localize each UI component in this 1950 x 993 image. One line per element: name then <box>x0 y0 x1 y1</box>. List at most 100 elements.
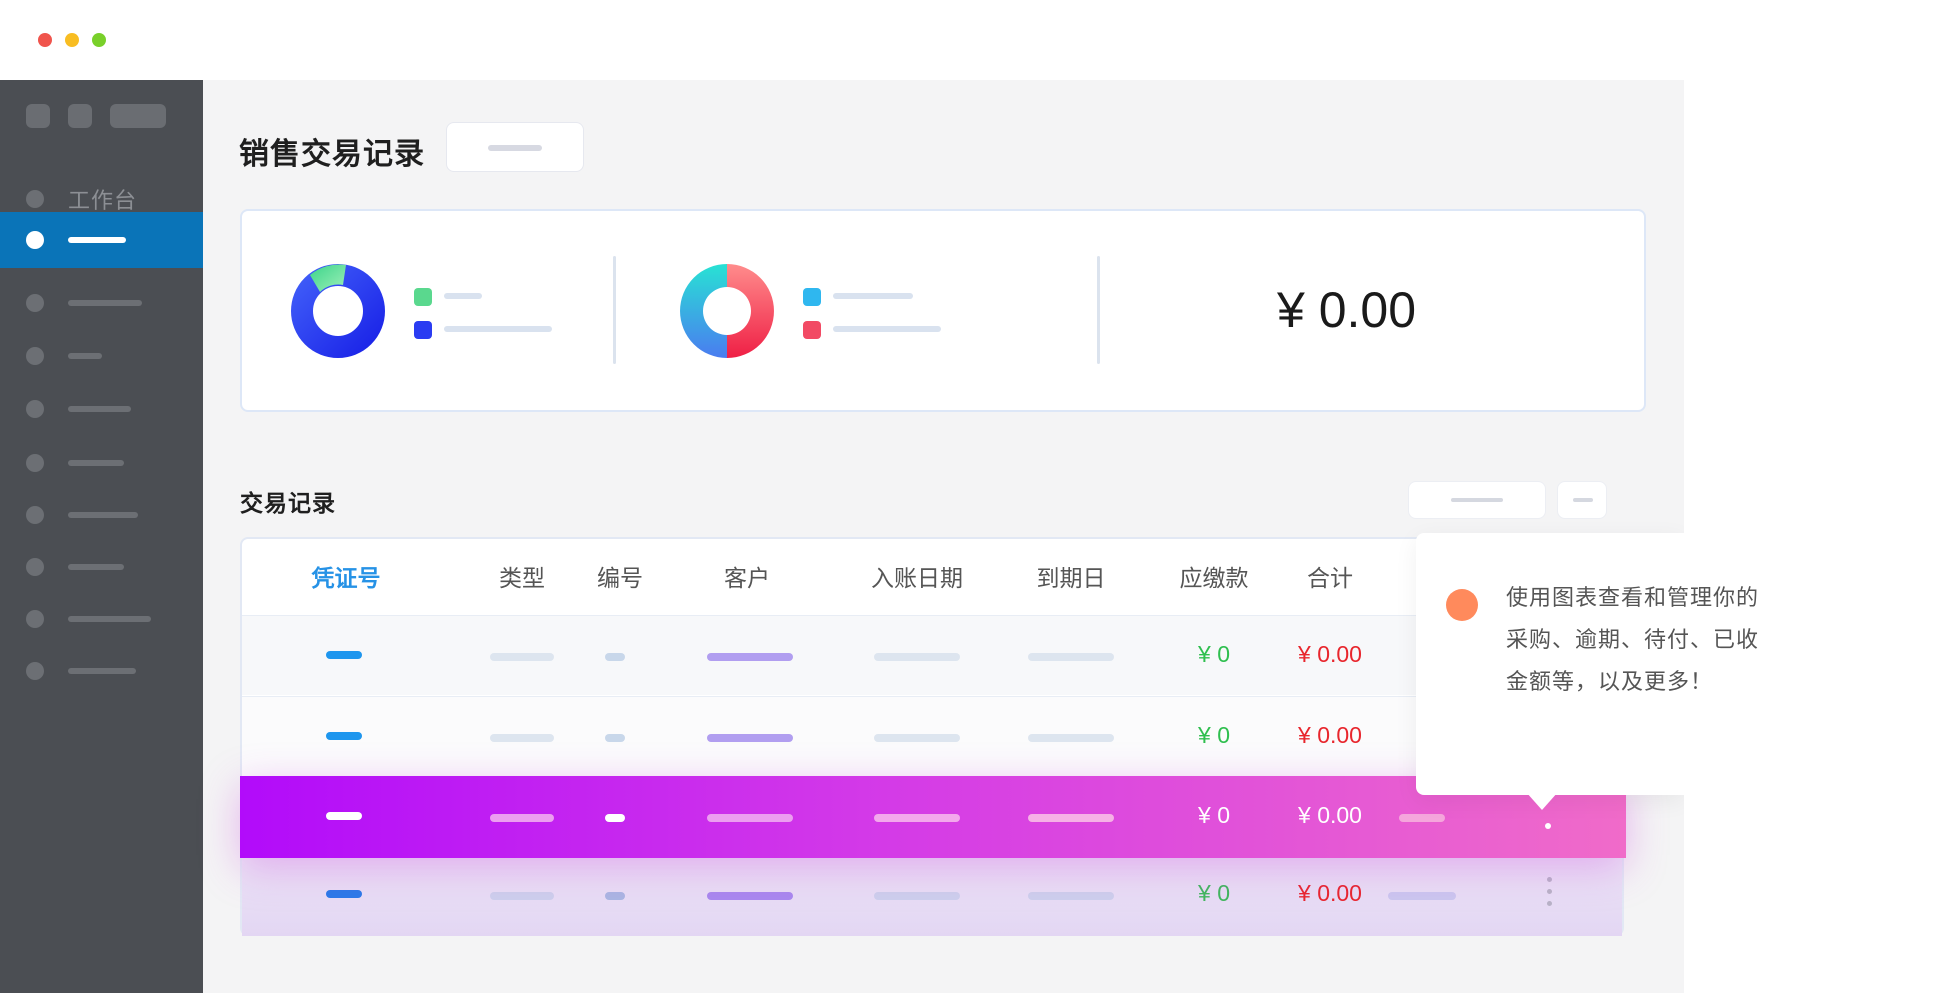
legend-2-label-1 <box>833 293 913 299</box>
table-header: 凭证号 类型 编号 客户 入账日期 到期日 应缴款 合计 <box>242 539 1622 615</box>
table-row[interactable]: ¥ 0 ¥ 0.00 <box>242 856 1622 936</box>
app-window: 工作台 销售交易记录 ¥ 0.00 交易记录 凭证号 类型 编号 客户 入账日期… <box>0 0 1950 993</box>
donut-1-ring <box>291 264 385 358</box>
tooltip-arrow <box>1526 792 1558 810</box>
number-cell <box>605 653 625 661</box>
sidebar-toolbar-button-3[interactable] <box>110 104 166 128</box>
sidebar-item[interactable] <box>0 644 203 698</box>
total-cell: ¥ 0.00 <box>1298 802 1362 828</box>
posting-date-cell <box>874 814 960 822</box>
table-row[interactable]: ¥ 0 ¥ 0.00 <box>242 696 1622 776</box>
extra-cell <box>1399 814 1445 822</box>
donut-chart-1 <box>291 264 385 358</box>
type-cell <box>490 734 554 742</box>
total-amount: ¥ 0.00 <box>1277 282 1417 338</box>
customer-cell <box>707 653 793 661</box>
column-header-customer[interactable]: 客户 <box>724 559 770 593</box>
window-controls <box>38 33 106 47</box>
sidebar-item-label-placeholder <box>68 237 126 243</box>
sidebar-item-icon <box>26 190 44 208</box>
customer-cell <box>707 892 793 900</box>
table-row[interactable]: ¥ 0 ¥ 0.00 <box>242 615 1622 695</box>
column-header-voucher[interactable]: 凭证号 <box>312 559 381 593</box>
legend-1-label-1 <box>444 293 482 299</box>
sidebar-item-label-placeholder <box>68 512 138 518</box>
donut-2-segment-1 <box>680 264 727 358</box>
sidebar-item-icon <box>26 231 44 249</box>
button-label-placeholder <box>1573 498 1593 502</box>
sidebar-item[interactable] <box>0 329 203 383</box>
sidebar: 工作台 <box>0 80 203 993</box>
column-header-type[interactable]: 类型 <box>499 559 545 593</box>
total-cell: ¥ 0.00 <box>1298 722 1362 748</box>
legend-1-swatch-2 <box>414 321 432 339</box>
row-menu-icon[interactable] <box>1545 823 1551 829</box>
row-menu-icon[interactable] <box>1546 877 1552 913</box>
column-header-due-date[interactable]: 到期日 <box>1037 559 1106 593</box>
donut-2-segment-2 <box>727 264 774 358</box>
sidebar-item-icon <box>26 610 44 628</box>
button-label-placeholder <box>1451 498 1503 502</box>
legend-2-swatch-2 <box>803 321 821 339</box>
tooltip-text: 使用图表查看和管理你的 采购、逾期、待付、已收 金额等，以及更多！ <box>1506 578 1806 704</box>
column-header-total[interactable]: 合计 <box>1307 559 1353 593</box>
sidebar-item-label-placeholder <box>68 300 142 306</box>
sidebar-item-active[interactable] <box>0 212 203 268</box>
page-title: 销售交易记录 <box>239 137 425 172</box>
sidebar-item[interactable] <box>0 276 203 330</box>
column-header-number[interactable]: 编号 <box>597 559 643 593</box>
legend-1-label-2 <box>444 326 552 332</box>
due-date-cell <box>1028 814 1114 822</box>
due-date-cell <box>1028 892 1114 900</box>
sidebar-toolbar-button-1[interactable] <box>26 104 50 128</box>
number-cell <box>605 892 625 900</box>
sidebar-item-label-placeholder <box>68 406 131 412</box>
voucher-cell[interactable] <box>326 651 362 659</box>
posting-date-cell <box>874 892 960 900</box>
sidebar-item-label-placeholder <box>68 353 102 359</box>
amount-due-cell: ¥ 0 <box>1198 722 1230 748</box>
voucher-cell[interactable] <box>326 890 362 898</box>
amount-due-cell: ¥ 0 <box>1198 802 1230 828</box>
tooltip-bullet-icon <box>1446 589 1478 621</box>
maximize-window-button[interactable] <box>92 33 106 47</box>
number-cell <box>605 814 625 822</box>
sidebar-item[interactable] <box>0 382 203 436</box>
due-date-cell <box>1028 734 1114 742</box>
voucher-cell[interactable] <box>326 812 362 820</box>
extra-cell <box>1388 892 1456 900</box>
tooltip-line-1: 使用图表查看和管理你的 <box>1506 586 1760 611</box>
section-title: 交易记录 <box>240 491 336 517</box>
title-action-button[interactable] <box>446 122 584 172</box>
sidebar-item-label-placeholder <box>68 564 124 570</box>
sidebar-item-icon <box>26 558 44 576</box>
sidebar-item[interactable] <box>0 488 203 542</box>
legend-2-label-2 <box>833 326 941 332</box>
minimize-window-button[interactable] <box>65 33 79 47</box>
donut-chart-2 <box>680 264 774 358</box>
sidebar-item-icon <box>26 662 44 680</box>
customer-cell <box>707 734 793 742</box>
legend-1-swatch-1 <box>414 288 432 306</box>
sidebar-item[interactable] <box>0 540 203 594</box>
voucher-cell[interactable] <box>326 732 362 740</box>
column-header-posting-date[interactable]: 入账日期 <box>871 559 963 593</box>
column-header-amount-due[interactable]: 应缴款 <box>1180 559 1249 593</box>
sidebar-item-label-placeholder <box>68 616 151 622</box>
amount-due-cell: ¥ 0 <box>1198 641 1230 667</box>
close-window-button[interactable] <box>38 33 52 47</box>
sidebar-item[interactable] <box>0 592 203 646</box>
type-cell <box>490 892 554 900</box>
type-cell <box>490 814 554 822</box>
sidebar-item[interactable] <box>0 436 203 490</box>
summary-divider <box>613 256 616 364</box>
sidebar-item-icon <box>26 294 44 312</box>
sidebar-item-icon <box>26 347 44 365</box>
sidebar-item-icon <box>26 400 44 418</box>
summary-divider <box>1097 256 1100 364</box>
more-button[interactable] <box>1557 481 1607 519</box>
filter-button[interactable] <box>1408 481 1546 519</box>
customer-cell <box>707 814 793 822</box>
sidebar-item-label: 工作台 <box>68 189 138 214</box>
sidebar-toolbar-button-2[interactable] <box>68 104 92 128</box>
